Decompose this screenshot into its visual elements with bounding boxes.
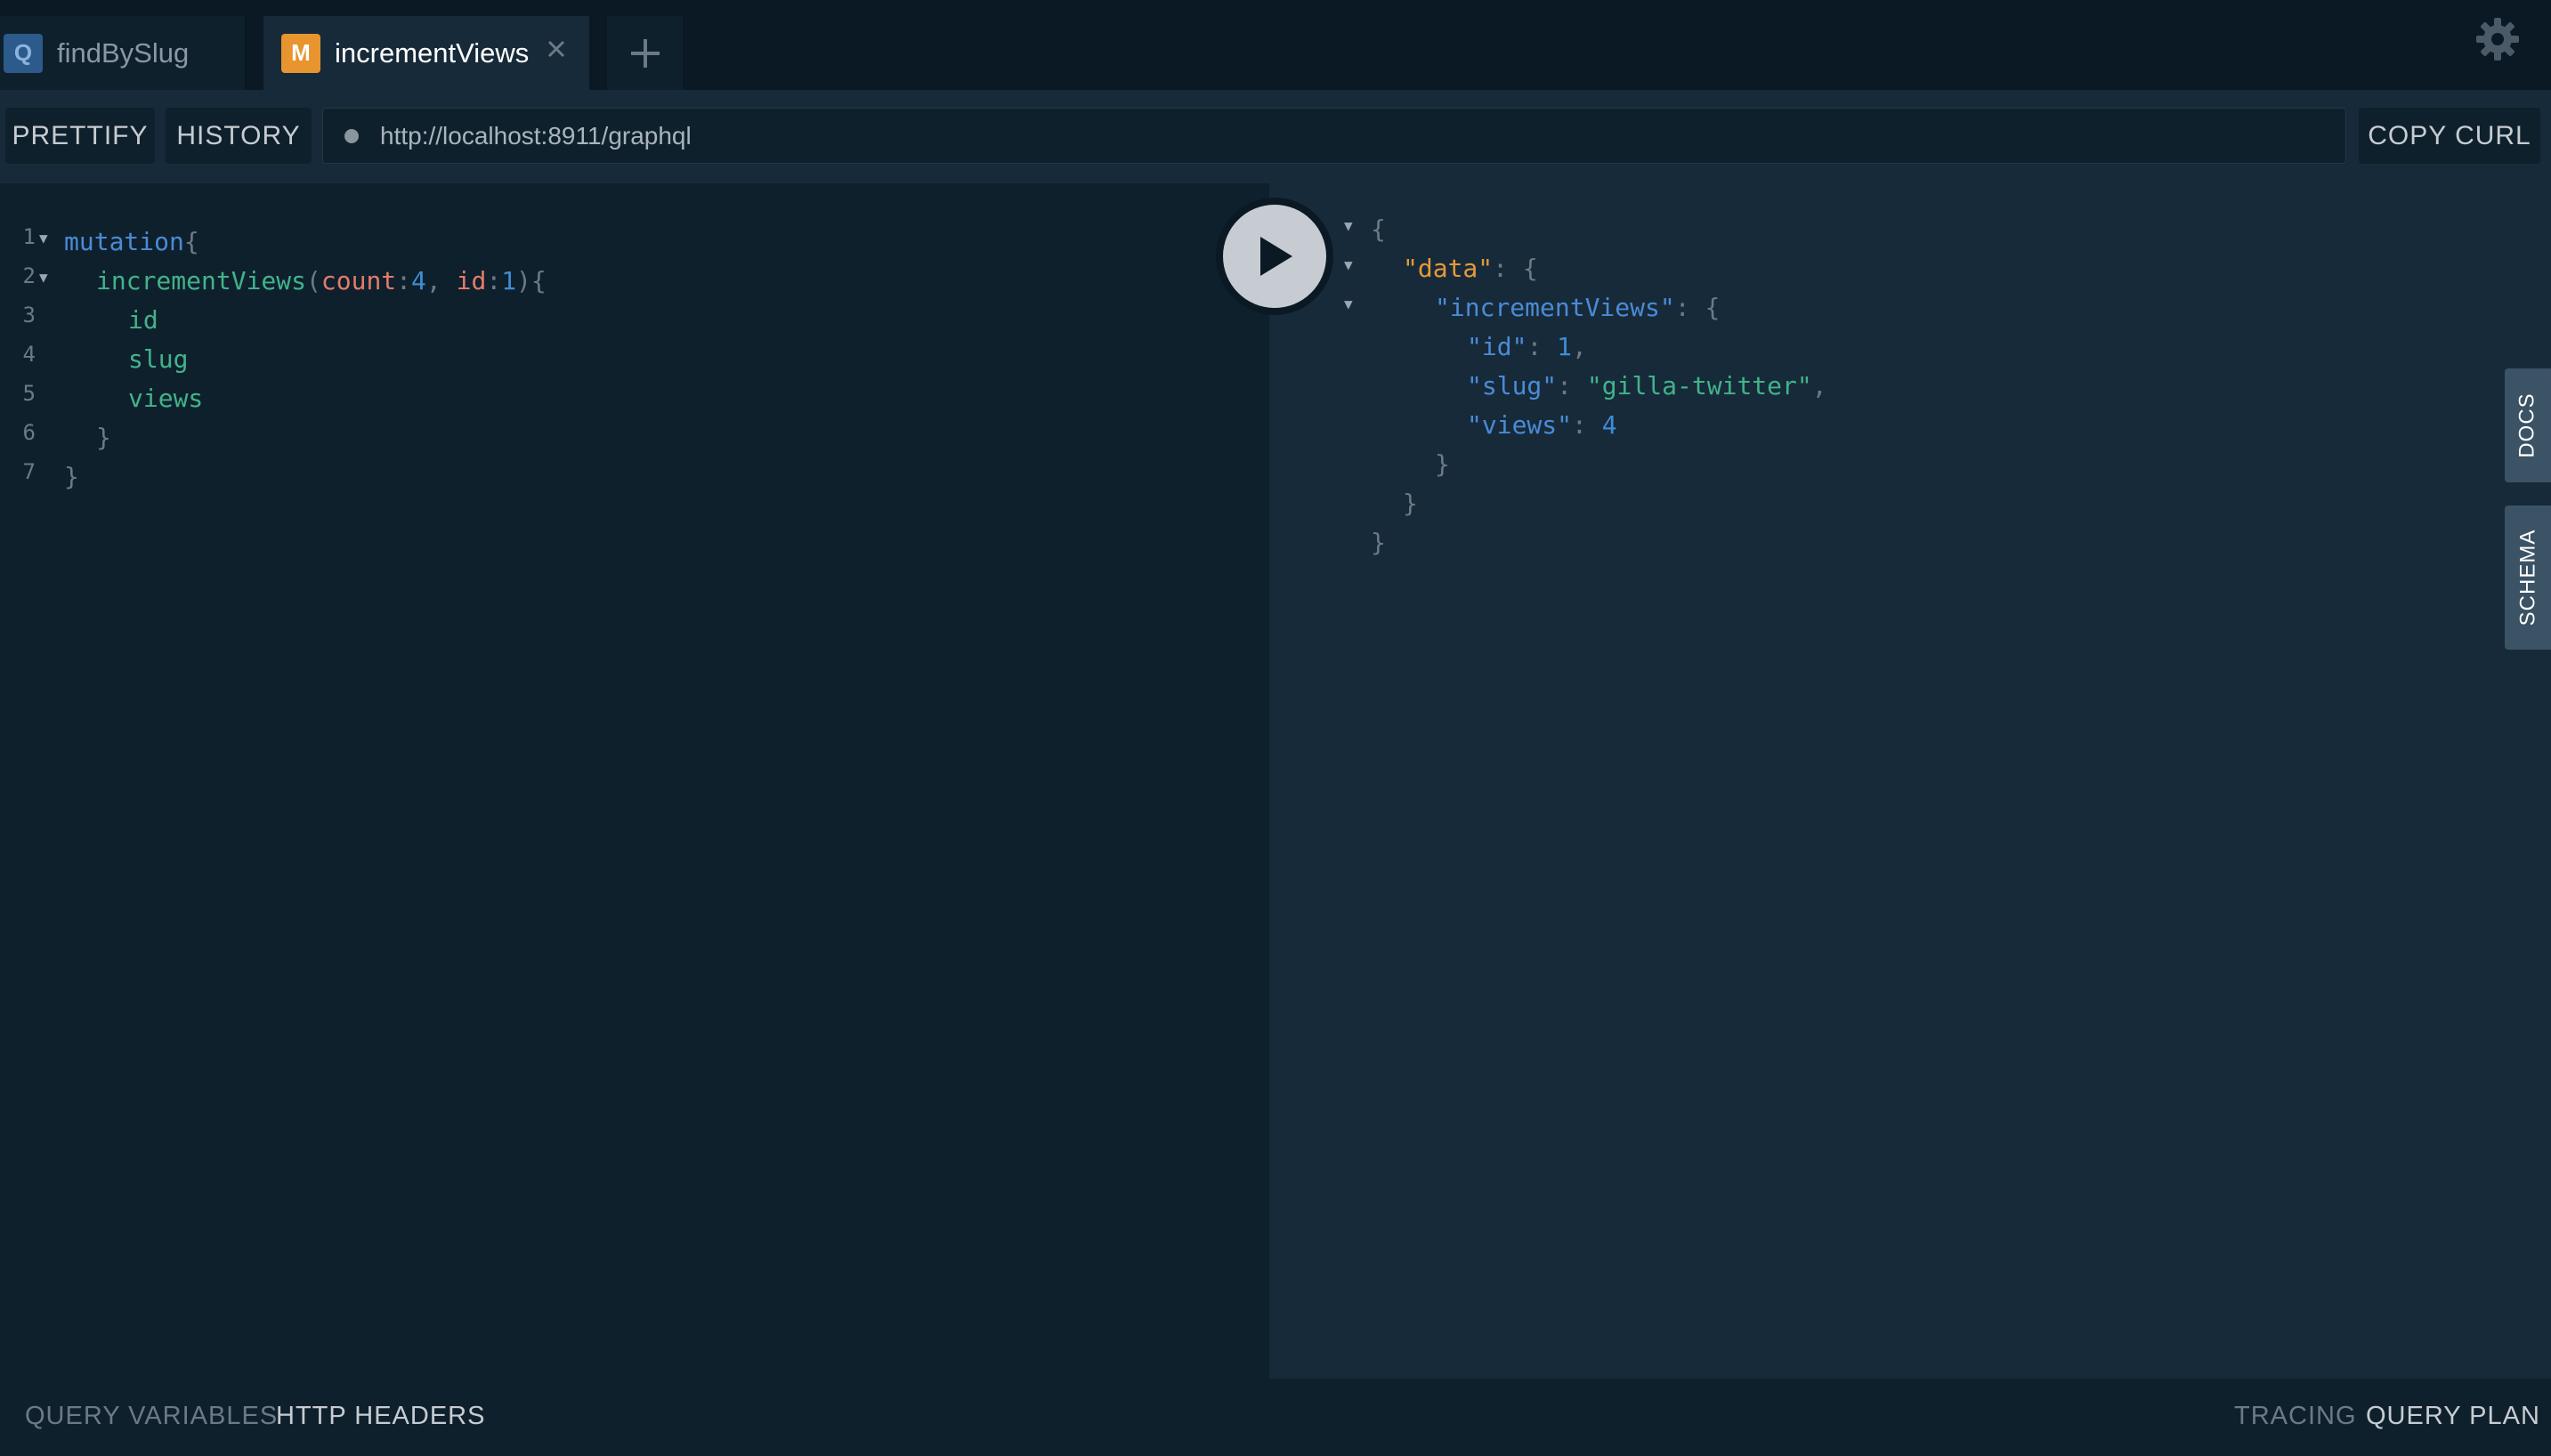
json-colon: : — [1527, 332, 1558, 361]
close-icon[interactable] — [543, 36, 570, 62]
json-key: "slug" — [1467, 371, 1558, 400]
json-value: "gilla-twitter" — [1586, 371, 1812, 400]
docs-tab-label: DOCS — [2515, 392, 2539, 458]
selection-field: slug — [128, 344, 189, 374]
copy-curl-button[interactable]: COPY CURL — [2359, 108, 2540, 164]
json-value: 4 — [1601, 410, 1617, 440]
tab-findbyslug[interactable]: Q findBySlug — [0, 16, 245, 90]
punctuation-token: } — [64, 462, 79, 491]
schema-tab-label: SCHEMA — [2515, 529, 2539, 627]
plus-icon — [630, 38, 660, 68]
json-colon: : — [1572, 410, 1602, 440]
argument-name-token: id — [456, 266, 487, 295]
field-token: incrementViews — [96, 266, 307, 295]
selection-field: id — [128, 305, 158, 335]
json-brace: { — [1522, 254, 1538, 283]
tracing-tab[interactable]: TRACING — [2234, 1402, 2357, 1431]
gear-icon[interactable] — [2474, 16, 2521, 62]
punctuation-token: ) — [516, 266, 531, 295]
punctuation-token: : — [486, 266, 502, 295]
toolbar: PRETTIFY HISTORY http://localhost:8911/g… — [0, 90, 2551, 183]
json-line: "slug": "gilla-twitter", — [1467, 367, 1827, 406]
query-badge: Q — [4, 33, 43, 73]
result-viewer: ▼ ▼ ▼ { "data": { "incrementViews": { "i… — [1269, 183, 2551, 1379]
json-colon: : — [1557, 371, 1587, 400]
code-line: incrementViews(count:4, id:1){ — [96, 262, 547, 301]
json-key: "views" — [1467, 410, 1573, 440]
selection-field: views — [128, 384, 204, 413]
tab-label: findBySlug — [57, 36, 190, 69]
mutation-badge: M — [281, 33, 320, 73]
json-comma: , — [1572, 332, 1587, 361]
json-brace: } — [1435, 449, 1450, 479]
json-brace: { — [1371, 214, 1386, 244]
json-brace: } — [1371, 528, 1386, 557]
fold-arrow-icon[interactable]: ▼ — [1344, 217, 1353, 234]
keyword-token: mutation — [64, 227, 184, 256]
tab-bar: Q findBySlug M incrementViews — [0, 0, 2551, 90]
argument-value-token: 1 — [501, 266, 517, 295]
json-key: "id" — [1467, 332, 1527, 361]
argument-name-token: count — [320, 266, 397, 295]
execute-query-button[interactable] — [1216, 198, 1333, 315]
code-line: mutation{ — [64, 222, 199, 262]
line-number: 4 — [22, 342, 36, 367]
play-button-face — [1223, 205, 1326, 308]
punctuation-token: { — [530, 266, 547, 295]
json-comma: , — [1811, 371, 1827, 400]
json-line: "id": 1, — [1467, 328, 1587, 367]
play-icon — [1260, 237, 1292, 276]
query-plan-tab[interactable]: QUERY PLAN — [2366, 1402, 2540, 1431]
query-editor[interactable]: 1 2 3 4 5 6 7 ▼ ▼ mutation{ incrementVie… — [0, 183, 1269, 1379]
line-number: 6 — [22, 420, 36, 445]
tab-incrementviews[interactable]: M incrementViews — [263, 16, 589, 90]
line-number: 5 — [22, 381, 36, 406]
add-tab-button[interactable] — [607, 16, 683, 90]
query-variables-tab[interactable]: QUERY VARIABLES — [25, 1402, 278, 1431]
bottom-bar: QUERY VARIABLES HTTP HEADERS TRACING QUE… — [0, 1379, 2551, 1456]
json-brace: { — [1705, 293, 1721, 322]
endpoint-url-input[interactable]: http://localhost:8911/graphql — [322, 108, 2346, 164]
json-colon: : — [1674, 293, 1705, 322]
line-number: 1 — [22, 224, 36, 249]
json-line: "data": { — [1403, 249, 1538, 288]
punctuation-token: , — [425, 266, 457, 295]
fold-arrow-icon[interactable]: ▼ — [1344, 256, 1353, 273]
endpoint-url: http://localhost:8911/graphql — [380, 121, 692, 150]
json-key: "data" — [1403, 254, 1494, 283]
json-line: "incrementViews": { — [1435, 288, 1720, 328]
punctuation-token: ( — [306, 266, 321, 295]
json-brace: } — [1403, 489, 1418, 518]
punctuation-token: } — [96, 423, 111, 452]
history-button[interactable]: HISTORY — [166, 108, 312, 164]
fold-arrow-icon[interactable]: ▼ — [1344, 295, 1353, 312]
status-dot-icon — [344, 128, 359, 143]
argument-value-token: 4 — [411, 266, 426, 295]
json-line: "views": 4 — [1467, 406, 1617, 445]
punctuation-token: { — [183, 227, 199, 256]
line-number: 7 — [22, 459, 36, 484]
line-number: 2 — [22, 263, 36, 288]
json-value: 1 — [1557, 332, 1573, 361]
docs-tab[interactable]: DOCS — [2505, 368, 2551, 482]
line-number: 3 — [22, 303, 36, 328]
punctuation-token: : — [396, 266, 412, 295]
prettify-button[interactable]: PRETTIFY — [5, 108, 155, 164]
json-key: "incrementViews" — [1435, 293, 1675, 322]
fold-arrow-icon[interactable]: ▼ — [39, 230, 48, 247]
fold-arrow-icon[interactable]: ▼ — [39, 269, 48, 286]
schema-tab[interactable]: SCHEMA — [2505, 506, 2551, 650]
http-headers-tab[interactable]: HTTP HEADERS — [276, 1402, 485, 1431]
json-colon: : — [1493, 254, 1523, 283]
tab-label: incrementViews — [335, 36, 530, 69]
